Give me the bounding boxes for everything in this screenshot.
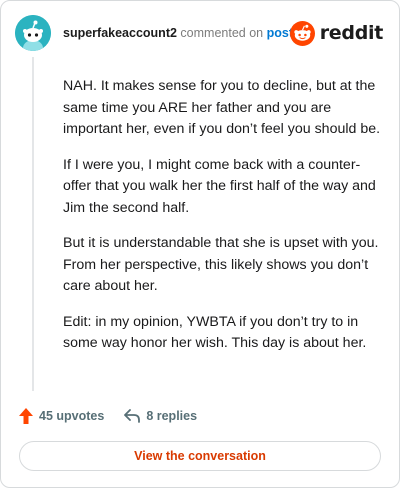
reply-arrow-icon [124, 409, 141, 423]
action-text: commented on [180, 26, 264, 40]
comment-paragraph: If I were you, I might come back with a … [63, 156, 376, 216]
upvote-count: 45 upvotes [39, 409, 105, 423]
comment-paragraph: NAH. It makes sense for you to decline, … [63, 78, 381, 137]
comment-stats: 45 upvotes 8 replies [19, 405, 197, 427]
comment-header: superfakeaccount2 commented on post redd… [15, 15, 385, 51]
comment-meta: superfakeaccount2 commented on post [63, 26, 293, 40]
comment-paragraph: Edit: in my opinion, YWBTA if you don’t … [63, 313, 367, 352]
snoo-avatar-icon [15, 15, 51, 51]
username[interactable]: superfakeaccount2 [63, 26, 177, 40]
reply-stat[interactable]: 8 replies [124, 409, 197, 423]
thread-line[interactable] [32, 57, 34, 391]
upvote-arrow-icon [19, 408, 33, 424]
upvote-stat[interactable]: 45 upvotes [19, 408, 104, 424]
avatar[interactable] [15, 15, 51, 51]
reddit-brand[interactable]: reddit [289, 20, 384, 46]
reply-count: 8 replies [146, 409, 198, 423]
comment-paragraph: But it is understandable that she is ups… [63, 235, 379, 294]
reddit-logo-icon [289, 20, 315, 46]
comment-body: NAH. It makes sense for you to decline, … [63, 76, 385, 369]
brand-wordmark: reddit [319, 22, 384, 44]
comment-card: superfakeaccount2 commented on post redd… [0, 0, 400, 488]
view-conversation-button[interactable]: View the conversation [19, 441, 381, 471]
